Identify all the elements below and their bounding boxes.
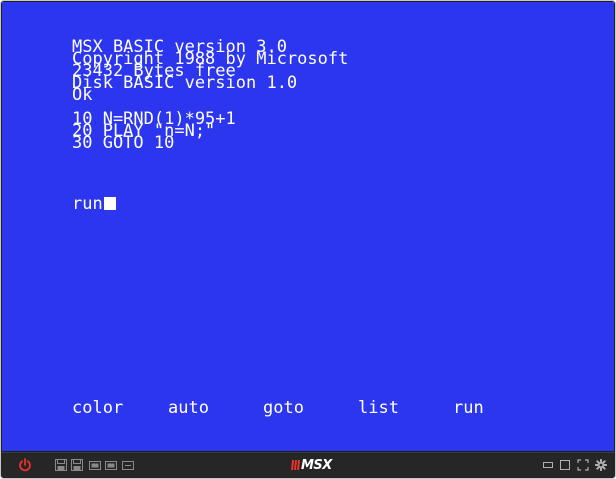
restore-window-icon[interactable]: [559, 459, 571, 471]
cartridge-slot-1-icon[interactable]: [89, 459, 101, 471]
settings-icon[interactable]: [595, 459, 607, 471]
function-key-f5[interactable]: run: [453, 400, 484, 417]
function-key-bar: color auto goto list run: [2, 400, 614, 417]
function-key-f3[interactable]: goto: [263, 400, 304, 417]
function-key-f1[interactable]: color: [72, 400, 123, 417]
floppy-drive-a-icon[interactable]: [55, 459, 67, 471]
msx-logo-text: MSX: [301, 458, 332, 473]
cartridge-slot-2-icon[interactable]: [105, 459, 117, 471]
screen-line: Disk BASIC version 1.0: [72, 73, 298, 93]
msx-logo: MSX: [291, 458, 332, 474]
msx-logo-stripes: [291, 460, 300, 470]
minimize-window-icon[interactable]: [543, 461, 553, 469]
command-line[interactable]: run: [72, 196, 116, 213]
emulator-window: MSX BASIC version 3.0 Copyright 1988 by …: [0, 0, 616, 479]
screen-line: 30 GOTO 10: [72, 133, 175, 153]
function-key-f4[interactable]: list: [358, 400, 399, 417]
fullscreen-icon[interactable]: [577, 459, 589, 471]
text-cursor: [103, 197, 116, 210]
command-text: run: [72, 194, 103, 214]
cassette-icon[interactable]: [122, 459, 134, 471]
power-icon[interactable]: [18, 458, 32, 472]
function-key-f2[interactable]: auto: [168, 400, 209, 417]
screen-line: Ok: [72, 85, 93, 105]
emulator-taskbar: MSX: [1, 452, 615, 478]
floppy-drive-b-icon[interactable]: [71, 459, 83, 471]
msx-screen[interactable]: MSX BASIC version 3.0 Copyright 1988 by …: [2, 2, 614, 451]
